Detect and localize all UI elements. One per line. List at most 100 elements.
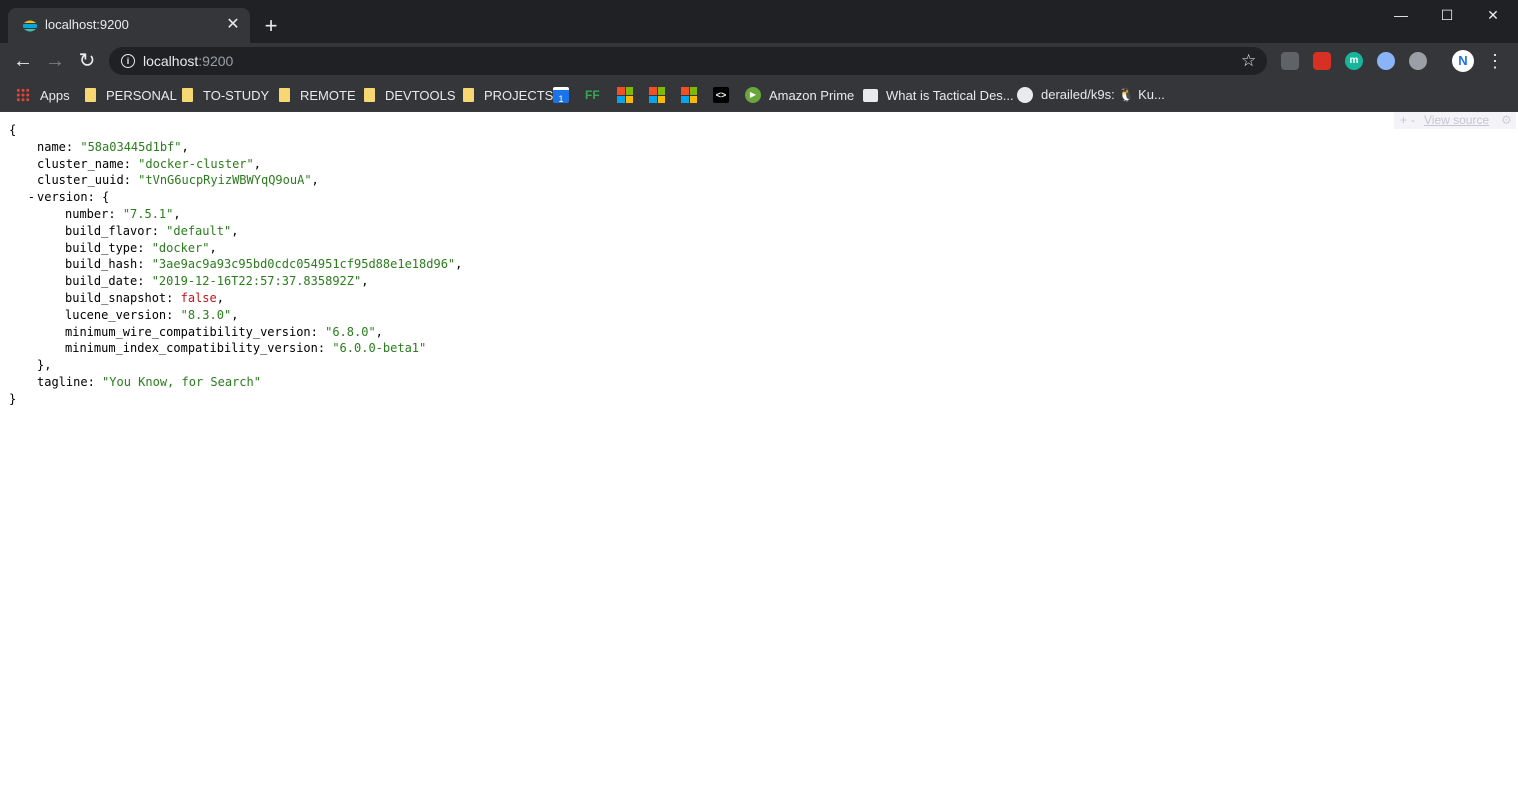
- site-info-icon[interactable]: i: [121, 54, 135, 68]
- json-key: build_type: [65, 240, 138, 255]
- json-line: tagline: "You Know, for Search": [37, 374, 261, 389]
- bookmark-ff[interactable]: FF: [585, 84, 609, 106]
- json-key: cluster_uuid: [37, 173, 124, 188]
- address-bar[interactable]: i localhost:9200 ☆: [109, 47, 1267, 75]
- folder-icon: [85, 88, 96, 102]
- json-line: minimum_wire_compatibility_version: "6.8…: [65, 324, 383, 339]
- bookmark-label: Apps: [40, 87, 70, 103]
- collapse-toggle[interactable]: -: [17, 189, 35, 206]
- json-key: name: [37, 139, 66, 154]
- new-tab-button[interactable]: +: [258, 13, 284, 39]
- bookmark-microsoft-3[interactable]: [681, 84, 697, 106]
- close-window-button[interactable]: ✕: [1470, 0, 1516, 30]
- json-string: "3ae9ac9a93c95bd0cdc054951cf95d88e1e18d9…: [151, 257, 456, 272]
- json-line: },: [9, 357, 462, 374]
- json-open-brace: {: [9, 123, 17, 137]
- folder-icon: [463, 88, 474, 102]
- json-string: "6.0.0-beta1": [332, 341, 427, 356]
- json-string: "default": [166, 223, 232, 238]
- json-line: cluster_name: "docker-cluster",: [37, 156, 261, 171]
- folder-icon: [364, 88, 375, 102]
- bookmark-microsoft-1[interactable]: [617, 84, 633, 106]
- back-button[interactable]: ←: [10, 48, 36, 74]
- minimize-button[interactable]: —: [1378, 0, 1424, 30]
- json-key: number: [65, 206, 109, 221]
- profile-avatar[interactable]: N: [1452, 50, 1474, 72]
- json-string: "docker-cluster": [138, 156, 254, 171]
- json-key: minimum_wire_compatibility_version: [65, 324, 311, 339]
- json-key: build_hash: [65, 257, 138, 272]
- apps-grid-icon: [16, 88, 30, 102]
- json-line: number: "7.5.1",: [65, 206, 181, 221]
- toolbar: ← → ↻ i localhost:9200 ☆ m N ⋮: [0, 43, 1518, 79]
- bookmark-folder-remote[interactable]: REMOTE: [279, 84, 356, 106]
- json-key: build_date: [65, 274, 138, 289]
- folder-icon: [182, 88, 193, 102]
- json-line: build_hash: "3ae9ac9a93c95bd0cdc054951cf…: [65, 257, 463, 272]
- bookmark-calendar[interactable]: 1: [553, 84, 577, 106]
- bookmark-amazon-prime[interactable]: ▶ Amazon Prime: [745, 84, 854, 106]
- chrome-menu-icon[interactable]: ⋮: [1485, 48, 1505, 74]
- json-brace: {: [102, 190, 110, 205]
- tab-strip: localhost:9200 ✕ + — ☐ ✕: [0, 0, 1518, 43]
- github-icon: [1017, 87, 1033, 103]
- bookmark-apps[interactable]: Apps: [16, 84, 70, 106]
- page-content: + - View source ⚙ { name: "58a03445d1bf"…: [0, 112, 1518, 799]
- forward-button[interactable]: →: [42, 48, 68, 74]
- bookmark-label: TO-STUDY: [203, 87, 270, 103]
- extension-chat-icon[interactable]: [1281, 52, 1299, 70]
- expand-all-button[interactable]: +: [1400, 112, 1407, 129]
- maximize-button[interactable]: ☐: [1424, 0, 1470, 30]
- extension-m-icon[interactable]: m: [1345, 52, 1363, 70]
- json-string: "58a03445d1bf": [80, 139, 182, 154]
- elasticsearch-icon: [23, 20, 37, 32]
- json-key: minimum_index_compatibility_version: [65, 341, 318, 356]
- ff-icon: FF: [585, 88, 600, 102]
- bookmark-folder-to-study[interactable]: TO-STUDY: [182, 84, 269, 106]
- bookmark-code[interactable]: <>: [713, 84, 737, 106]
- bookmark-tactical-design[interactable]: What is Tactical Des...: [863, 84, 1014, 106]
- bookmark-k9s[interactable]: derailed/k9s: 🐧 Ku...: [1017, 84, 1165, 106]
- json-string: "8.3.0": [180, 307, 232, 322]
- tab-title: localhost:9200: [45, 17, 129, 32]
- json-key: lucene_version: [65, 307, 167, 322]
- json-string: "docker": [151, 240, 210, 255]
- bookmark-label: DEVTOOLS: [385, 87, 456, 103]
- bookmark-folder-devtools[interactable]: DEVTOOLS: [364, 84, 456, 106]
- json-key: build_snapshot: [65, 290, 167, 305]
- json-line: cluster_uuid: "tVnG6ucpRyizWBWYqQ9ouA",: [37, 173, 319, 188]
- collapse-all-button[interactable]: -: [1411, 112, 1415, 129]
- url-port: :9200: [198, 53, 234, 69]
- tab-localhost[interactable]: localhost:9200 ✕: [8, 8, 250, 43]
- json-string: "You Know, for Search": [102, 374, 261, 389]
- settings-gear-icon[interactable]: ⚙: [1501, 112, 1512, 129]
- extension-elephant-icon[interactable]: [1409, 52, 1427, 70]
- extension-red-icon[interactable]: [1313, 52, 1331, 70]
- microsoft-icon: [649, 87, 665, 103]
- json-key: cluster_name: [37, 156, 124, 171]
- bookmark-folder-personal[interactable]: PERSONAL: [85, 84, 177, 106]
- calendar-icon: 1: [553, 87, 569, 104]
- json-string: "6.8.0": [325, 324, 376, 339]
- bookmark-label: derailed/k9s: 🐧 Ku...: [1041, 87, 1165, 102]
- extension-circle-icon[interactable]: [1377, 52, 1395, 70]
- json-string: "2019-12-16T22:57:37.835892Z": [151, 274, 362, 289]
- bookmark-star-icon[interactable]: ☆: [1241, 50, 1256, 72]
- reload-button[interactable]: ↻: [74, 48, 100, 74]
- url-text[interactable]: localhost:9200: [143, 53, 233, 69]
- bookmark-microsoft-2[interactable]: [649, 84, 665, 106]
- bookmark-label: REMOTE: [300, 87, 356, 103]
- code-icon: <>: [713, 87, 729, 103]
- json-viewer-toolbar: + - View source ⚙: [1394, 112, 1516, 129]
- browser-chrome: localhost:9200 ✕ + — ☐ ✕ ← → ↻ i localho…: [0, 0, 1518, 112]
- json-viewer: { name: "58a03445d1bf", cluster_name: "d…: [9, 122, 462, 408]
- json-brace: },: [37, 358, 52, 373]
- bookmark-label: Amazon Prime: [769, 87, 855, 103]
- microsoft-icon: [617, 87, 633, 103]
- bookmark-folder-projects[interactable]: PROJECTS: [463, 84, 553, 106]
- json-line: build_type: "docker",: [65, 240, 217, 255]
- json-line: name: "58a03445d1bf",: [37, 139, 189, 154]
- view-source-link[interactable]: View source: [1424, 112, 1489, 129]
- json-close-brace: }: [9, 391, 17, 406]
- close-tab-icon[interactable]: ✕: [224, 16, 242, 34]
